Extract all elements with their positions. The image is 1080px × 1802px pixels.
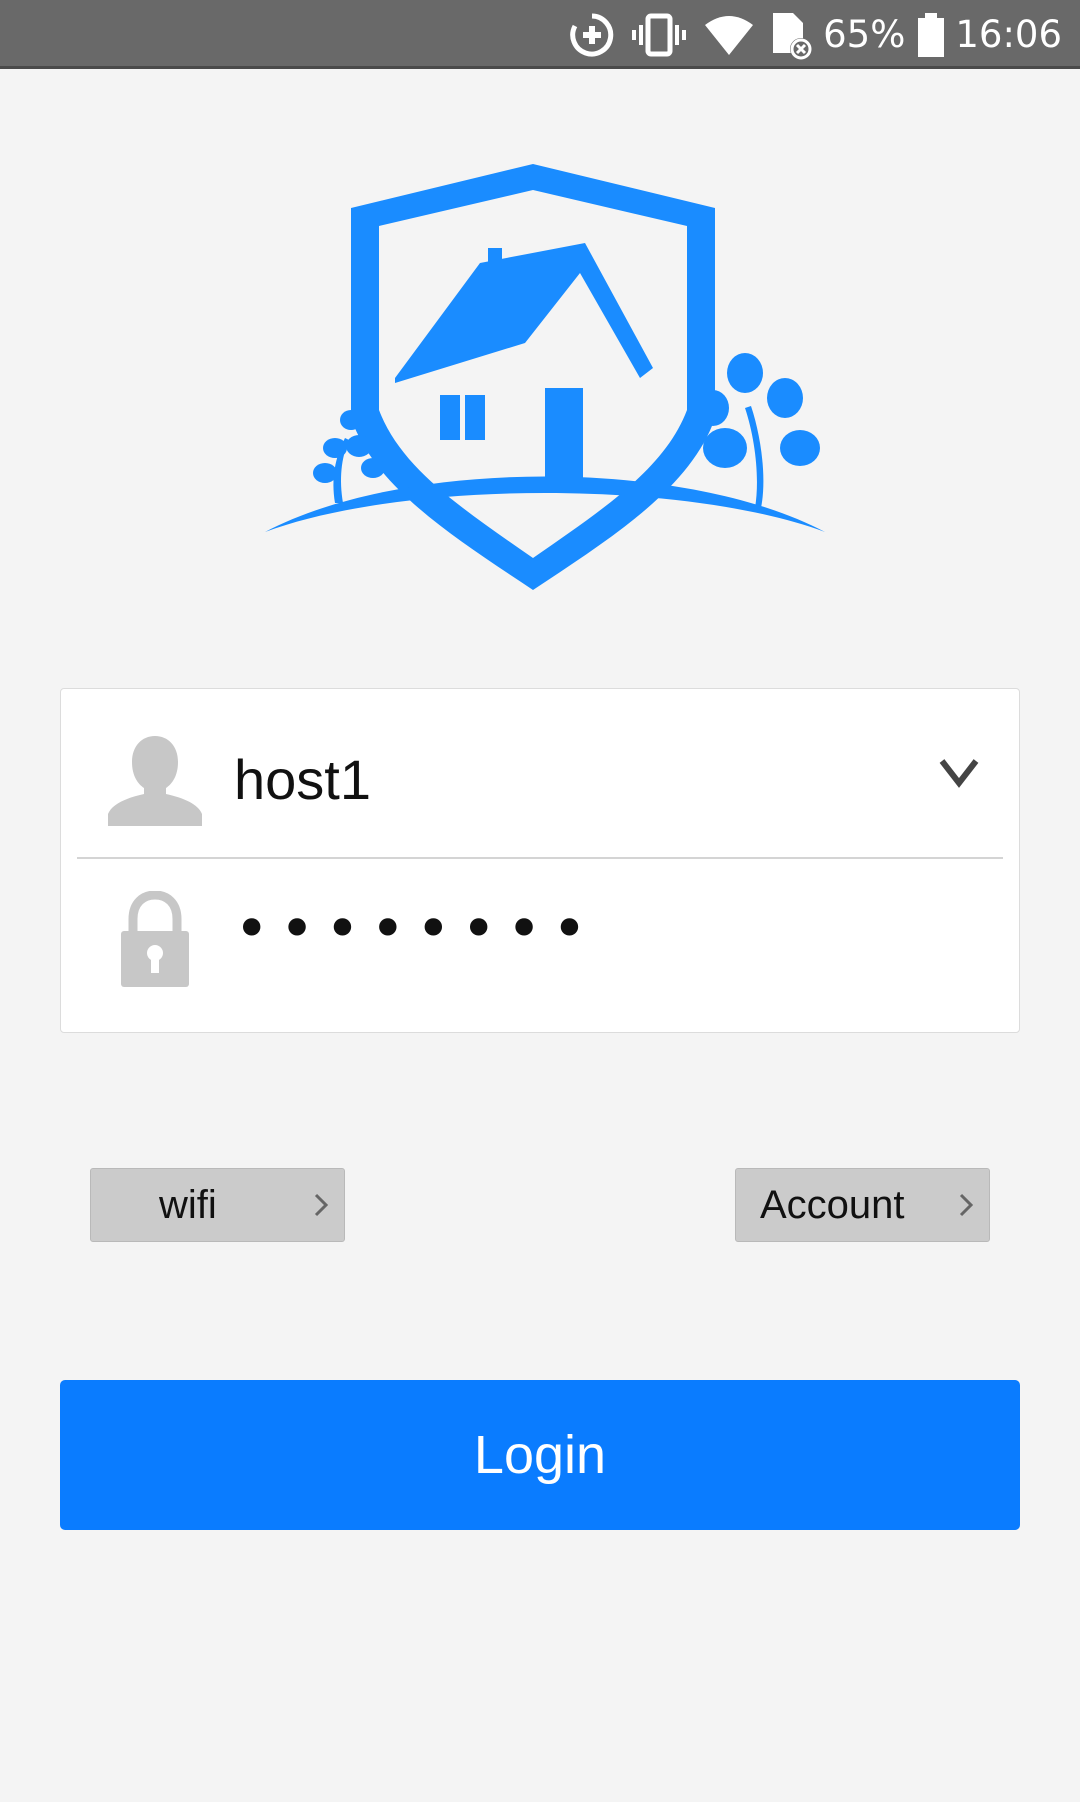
wifi-button[interactable]: wifi <box>90 1168 345 1242</box>
username-field[interactable]: host1 <box>234 747 371 812</box>
wifi-icon <box>705 15 754 55</box>
account-button[interactable]: Account <box>735 1168 990 1242</box>
battery-percent: 65% <box>823 13 906 56</box>
password-field[interactable] <box>234 894 934 964</box>
user-icon <box>108 736 202 826</box>
lock-icon <box>121 891 189 987</box>
chevron-right-icon <box>314 1193 329 1217</box>
clock: 16:06 <box>955 13 1062 56</box>
login-form: host1 <box>60 688 1020 1033</box>
login-button[interactable]: Login <box>60 1380 1020 1530</box>
username-row[interactable]: host1 <box>61 689 1019 859</box>
shield-house-logo <box>265 164 825 590</box>
chevron-down-icon[interactable] <box>939 757 979 789</box>
wifi-button-label: wifi <box>159 1183 217 1227</box>
battery-icon <box>918 12 945 57</box>
status-icons: 65% 16:06 <box>569 0 1062 69</box>
login-button-label: Login <box>473 1425 607 1485</box>
status-bar: 65% 16:06 <box>0 0 1080 69</box>
vibrate-icon <box>632 13 687 56</box>
sim-missing-icon <box>773 12 813 60</box>
data-saver-icon <box>570 13 614 56</box>
chevron-right-icon <box>959 1193 974 1217</box>
account-button-label: Account <box>760 1183 905 1227</box>
